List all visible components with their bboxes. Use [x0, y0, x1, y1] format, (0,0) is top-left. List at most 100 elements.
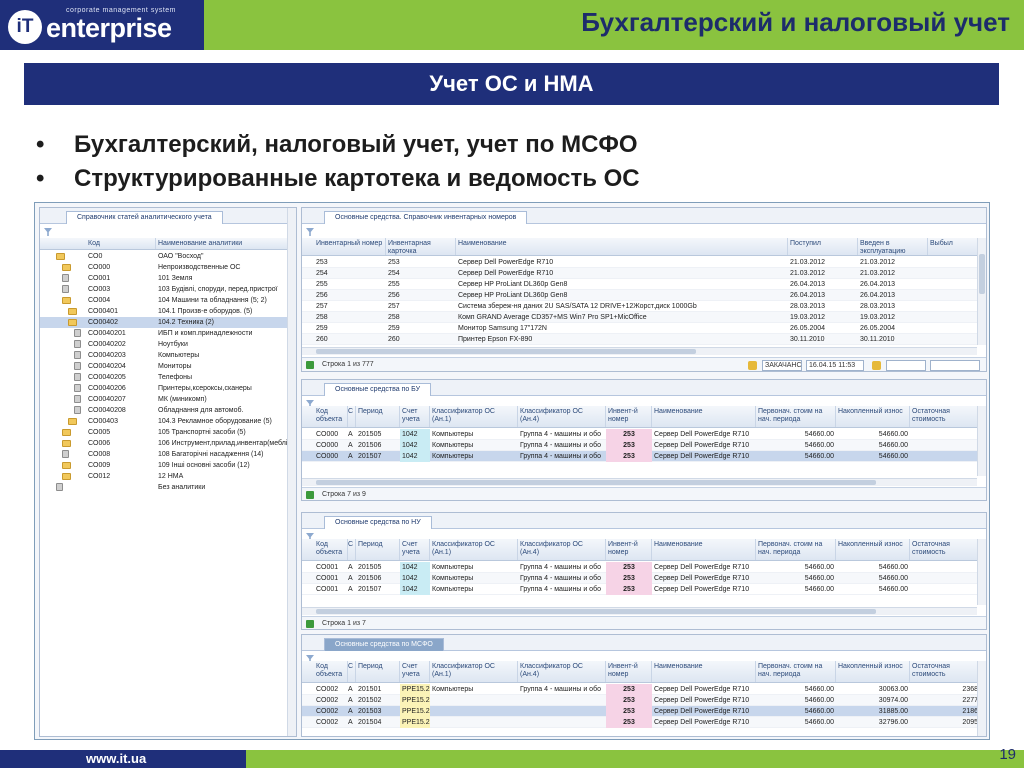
table-row[interactable]: 256 256 Сервер HP ProLiant DL360p Gen8 26.0… [302, 290, 977, 301]
tree-row[interactable]: CO0040203 Компьютеры [40, 350, 296, 361]
grid-tab[interactable]: Основные средства по НУ [324, 516, 432, 529]
tree-row[interactable]: CO0040206 Принтеры,ксероксы,сканеры [40, 383, 296, 394]
column-header[interactable]: Накопленный износ [836, 661, 910, 682]
tree-row[interactable]: CO0040207 МК (миникомп) [40, 394, 296, 405]
footer-url[interactable]: www.it.ua [0, 750, 246, 768]
table-row[interactable]: 255 255 Сервер HP ProLiant DL360p Gen8 26.0… [302, 279, 977, 290]
column-header[interactable]: Код [86, 238, 156, 249]
column-header[interactable]: Инвент-й номер [606, 539, 652, 560]
column-header[interactable]: Классификатор ОС (Ан.4) [518, 539, 606, 560]
table-row[interactable]: CO002 A 201501 PPE15.2 Компьютеры Группа 4 - … [302, 684, 986, 695]
column-header[interactable]: Классификатор ОС (Ан.4) [518, 406, 606, 427]
filter-icon[interactable] [306, 228, 314, 236]
column-header[interactable]: Первонач. стоим на нач. периода [756, 539, 836, 560]
horizontal-scrollbar[interactable] [302, 607, 977, 615]
table-row[interactable]: 258 258 Комп GRAND Average CD357+MS Win7 P… [302, 312, 977, 323]
column-header[interactable]: Наименование [652, 661, 756, 682]
tab-analytics[interactable]: Справочник статей аналитического учета [66, 211, 223, 224]
table-row[interactable]: 253 253 Сервер Dell PowerEdge R710 21.03.20… [302, 257, 977, 268]
table-row[interactable]: 260 260 Принтер Epson FX-890 30.11.2010 30.1… [302, 334, 977, 345]
tree-row[interactable]: CO00402 104.2 Техника (2) [40, 317, 296, 328]
excel-icon[interactable] [306, 620, 314, 628]
column-header[interactable]: Код объекта [314, 539, 348, 560]
table-row[interactable]: CO000 A 201505 1042 Компьютеры Группа 4 - маш… [302, 429, 986, 440]
column-header[interactable]: Наименование [652, 406, 756, 427]
column-header[interactable]: Счет учета [400, 539, 430, 560]
user-icon[interactable] [748, 361, 757, 370]
table-row[interactable]: CO000 A 201507 1042 Компьютеры Группа 4 - маш… [302, 451, 986, 462]
table-row[interactable]: 259 259 Монитор Samsung 17"172N 26.05.2004 2… [302, 323, 977, 334]
tree-row[interactable]: CO0040202 Ноутбуки [40, 339, 296, 350]
table-row[interactable]: CO002 A 201504 PPE15.2 253 Сервер Dell PowerE… [302, 717, 986, 728]
column-header[interactable]: Инвент-й номер [606, 661, 652, 682]
table-row[interactable]: CO002 A 201502 PPE15.2 253 Сервер Dell PowerE… [302, 695, 986, 706]
column-header[interactable]: Накопленный износ [836, 406, 910, 427]
tab-inventory[interactable]: Основные средства. Справочник инвентарны… [324, 211, 528, 224]
grid-tab[interactable]: Основные средства по МСФО [324, 638, 444, 651]
column-header[interactable]: Классификатор ОС (Ан.1) [430, 406, 518, 427]
date-field[interactable]: 16.04.15 11:53 [806, 360, 864, 371]
filter-icon[interactable] [44, 228, 52, 236]
date-field-2[interactable] [930, 360, 980, 371]
table-row[interactable]: CO000 A 201506 1042 Компьютеры Группа 4 - маш… [302, 440, 986, 451]
filter-field-2[interactable] [886, 360, 926, 371]
column-header[interactable]: Первонач. стоим на нач. периода [756, 661, 836, 682]
tree-row[interactable]: CO000 Непроизводственные ОС [40, 262, 296, 273]
column-header[interactable]: Классификатор ОС (Ан.1) [430, 661, 518, 682]
column-header[interactable]: Наименование [652, 539, 756, 560]
excel-icon[interactable] [306, 361, 314, 369]
vertical-scrollbar[interactable] [287, 208, 296, 736]
column-header[interactable]: Поступил [788, 238, 858, 255]
horizontal-scrollbar[interactable] [302, 347, 977, 355]
table-row[interactable]: CO001 A 201506 1042 Компьютеры Группа 4 - маш… [302, 573, 986, 584]
vertical-scrollbar[interactable] [977, 661, 986, 736]
column-header[interactable]: Классификатор ОС (Ан.4) [518, 661, 606, 682]
column-header[interactable]: С [346, 406, 356, 427]
table-row[interactable]: 257 257 Система збереж-ня даних 2U SAS/SAT… [302, 301, 977, 312]
column-header[interactable]: Наименование аналитики [156, 238, 296, 249]
tree-row[interactable]: CO0040208 Обладнання для автомоб. [40, 405, 296, 416]
column-header[interactable]: Инвентарный номер [314, 238, 386, 255]
tree-row[interactable]: CO00403 104.3 Рекламное оборудование (5) [40, 416, 296, 427]
tree-row[interactable]: CO012 12 НМА [40, 471, 296, 482]
column-header[interactable]: Инвент-й номер [606, 406, 652, 427]
tree-row[interactable]: CO0040204 Мониторы [40, 361, 296, 372]
vertical-scrollbar[interactable] [977, 406, 986, 476]
column-header[interactable]: Период [356, 406, 400, 427]
table-row[interactable]: CO001 A 201505 1042 Компьютеры Группа 4 - маш… [302, 562, 986, 573]
horizontal-scrollbar[interactable] [302, 478, 977, 486]
column-header[interactable]: С [346, 539, 356, 560]
column-header[interactable]: Инвентарная карточка [386, 238, 456, 255]
vertical-scrollbar[interactable] [977, 539, 986, 605]
column-header[interactable]: Период [356, 539, 400, 560]
filter-field[interactable]: ЗАКАЧАНС [762, 360, 802, 371]
excel-icon[interactable] [306, 491, 314, 499]
column-header[interactable]: Счет учета [400, 406, 430, 427]
tree-row[interactable]: CO003 103 Будівлі, споруди, перед.пристро… [40, 284, 296, 295]
tree-row[interactable]: CO0040205 Телефоны [40, 372, 296, 383]
tree-row[interactable]: CO006 106 Инструмент,прилад,инвентар(мебл… [40, 438, 296, 449]
tree-row[interactable]: CO009 109 Інші основні засоби (12) [40, 460, 296, 471]
column-header[interactable]: Остаточная стоимость [910, 539, 980, 560]
grid-tab[interactable]: Основные средства по БУ [324, 383, 432, 396]
column-header[interactable]: Остаточная стоимость [910, 661, 980, 682]
column-header[interactable]: Период [356, 661, 400, 682]
tree-row[interactable]: CO005 105 Транспортні засоби (5) [40, 427, 296, 438]
table-row[interactable]: 254 254 Сервер Dell PowerEdge R710 21.03.20… [302, 268, 977, 279]
column-header[interactable]: Код объекта [314, 661, 348, 682]
column-header[interactable]: Наименование [456, 238, 788, 255]
table-row[interactable]: CO002 A 201503 PPE15.2 253 Сервер Dell PowerE… [302, 706, 986, 717]
tree-row[interactable]: CO008 108 Багаторічні насадження (14) [40, 449, 296, 460]
tree-row[interactable]: CO00401 104.1 Произв-е оборудов. (5) [40, 306, 296, 317]
tree-row[interactable]: CO0 ОАО "Восход" [40, 251, 296, 262]
user-icon[interactable] [872, 361, 881, 370]
column-header[interactable]: Выбыл [928, 238, 979, 255]
column-header[interactable]: Остаточная стоимость [910, 406, 980, 427]
column-header[interactable]: Введен в эксплуатацию [858, 238, 928, 255]
table-row[interactable]: CO001 A 201507 1042 Компьютеры Группа 4 - маш… [302, 584, 986, 595]
tree-row[interactable]: CO004 104 Машини та обладнання (5; 2) [40, 295, 296, 306]
column-header[interactable]: С [346, 661, 356, 682]
column-header[interactable]: Первонач. стоим на нач. периода [756, 406, 836, 427]
vertical-scrollbar[interactable] [977, 238, 986, 345]
column-header[interactable]: Счет учета [400, 661, 430, 682]
